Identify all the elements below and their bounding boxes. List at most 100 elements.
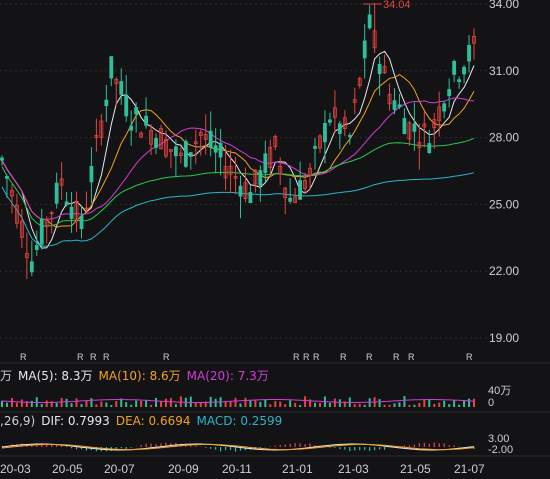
r-marker: R <box>293 352 300 362</box>
volume-bar <box>388 404 391 407</box>
volume-bar <box>65 398 68 407</box>
volume-bar <box>413 404 416 407</box>
candle-body <box>328 119 332 123</box>
date-tick: 21-01 <box>282 462 313 476</box>
r-marker: R <box>393 352 400 362</box>
candle-body <box>124 94 129 117</box>
volume-bar <box>358 403 361 407</box>
r-marker: R <box>366 352 373 362</box>
candle-body <box>183 140 188 167</box>
date-tick: 20-05 <box>52 462 83 476</box>
candle-body <box>39 218 44 245</box>
volume-bar <box>100 401 103 407</box>
volume-bar <box>174 404 177 407</box>
candle-body <box>392 100 397 110</box>
r-marker: R <box>466 352 473 362</box>
candle-body <box>79 215 84 229</box>
volume-axis-top: 40万 <box>488 385 511 397</box>
price-tick: 19.00 <box>489 331 519 345</box>
candle-body <box>397 104 402 108</box>
candle-body <box>402 118 407 135</box>
volume-bar <box>5 402 8 407</box>
candle-body <box>258 170 263 186</box>
date-tick: 21-07 <box>454 462 485 476</box>
volume-bar <box>140 401 143 407</box>
macd-histogram <box>1 442 475 452</box>
candle-body <box>452 61 457 75</box>
r-marker: R <box>20 352 27 362</box>
volume-bar <box>279 401 282 407</box>
r-marker: R <box>163 352 170 362</box>
candle-body <box>337 123 342 134</box>
ma10-line <box>1 74 475 228</box>
volume-bar <box>55 402 58 407</box>
volume-bar <box>314 402 317 407</box>
candle-body <box>362 40 367 59</box>
volume-bar <box>135 400 138 407</box>
candle-body <box>89 165 94 183</box>
volume-bar <box>30 400 33 407</box>
volume-bar <box>269 404 272 407</box>
candle-body <box>218 142 223 158</box>
candle-body <box>238 185 243 197</box>
volume-bar <box>274 400 277 407</box>
stock-chart[interactable]: 34.04 34.0031.0028.0025.0022.0019.00 RRR… <box>0 0 550 479</box>
volume-indicator-bar: 万 MA(5): 8.3万 MA(10): 8.6万 MA(20): 7.3万 <box>0 367 269 383</box>
volume-bar <box>418 402 421 407</box>
volume-bar <box>448 404 451 407</box>
volume-bar <box>259 401 262 407</box>
volume-bar <box>214 398 217 407</box>
volume-bar <box>105 402 108 407</box>
volume-bar <box>304 396 307 407</box>
macd-axis-bottom: -2.00 <box>488 444 513 456</box>
date-tick: 21-05 <box>400 462 431 476</box>
volume-bar <box>159 401 162 407</box>
volume-bar <box>115 400 118 407</box>
volume-bar <box>194 402 197 407</box>
candle-body <box>213 145 218 153</box>
date-axis: 20-03 20-05 20-07 20-09 20-11 21-01 21-03 21-05… <box>0 462 485 476</box>
high-price-label: 34.04 <box>383 0 411 11</box>
candle-body <box>323 122 327 143</box>
volume-ma10: MA(10): 8.6万 <box>98 369 181 383</box>
volume-bar <box>125 402 128 407</box>
date-tick: 20-07 <box>104 462 135 476</box>
candle-body <box>367 14 372 29</box>
volume-bar <box>70 403 73 407</box>
volume-bar <box>428 399 431 407</box>
price-tick: 22.00 <box>489 264 519 278</box>
volume-bar <box>408 404 411 407</box>
volume-bar <box>90 398 93 407</box>
date-tick: 20-09 <box>168 462 199 476</box>
volume-bar <box>130 404 133 407</box>
volume-bar <box>40 404 43 407</box>
date-tick: 21-03 <box>338 462 369 476</box>
macd-params: ,26,9) <box>0 414 36 428</box>
r-marker: R <box>90 352 97 362</box>
volume-bar <box>403 396 406 407</box>
volume-unit: 万 <box>0 369 13 383</box>
r-marker: R <box>103 352 110 362</box>
volume-bar <box>433 403 436 407</box>
r-marker: R <box>408 352 415 362</box>
price-grid <box>0 3 488 339</box>
candle-body <box>109 56 114 79</box>
macd-dif: DIF: 0.7993 <box>41 414 110 428</box>
volume-bar <box>468 398 471 407</box>
candle-body <box>29 261 34 273</box>
volume-ma5: MA(5): 8.3万 <box>18 369 93 383</box>
candle-body <box>447 89 452 97</box>
volume-bar <box>95 404 98 407</box>
volume-bar <box>378 399 381 407</box>
volume-bar <box>169 398 172 407</box>
r-marker: R <box>313 352 320 362</box>
volume-bar <box>80 404 83 407</box>
volume-bar <box>229 401 232 407</box>
volume-bar <box>473 398 475 407</box>
macd-dea: DEA: 0.6694 <box>115 414 191 428</box>
volume-bar <box>85 400 88 407</box>
candle-body <box>208 130 213 148</box>
candle-body <box>0 157 4 161</box>
volume-bar <box>239 403 242 407</box>
r-marker: R <box>303 352 310 362</box>
